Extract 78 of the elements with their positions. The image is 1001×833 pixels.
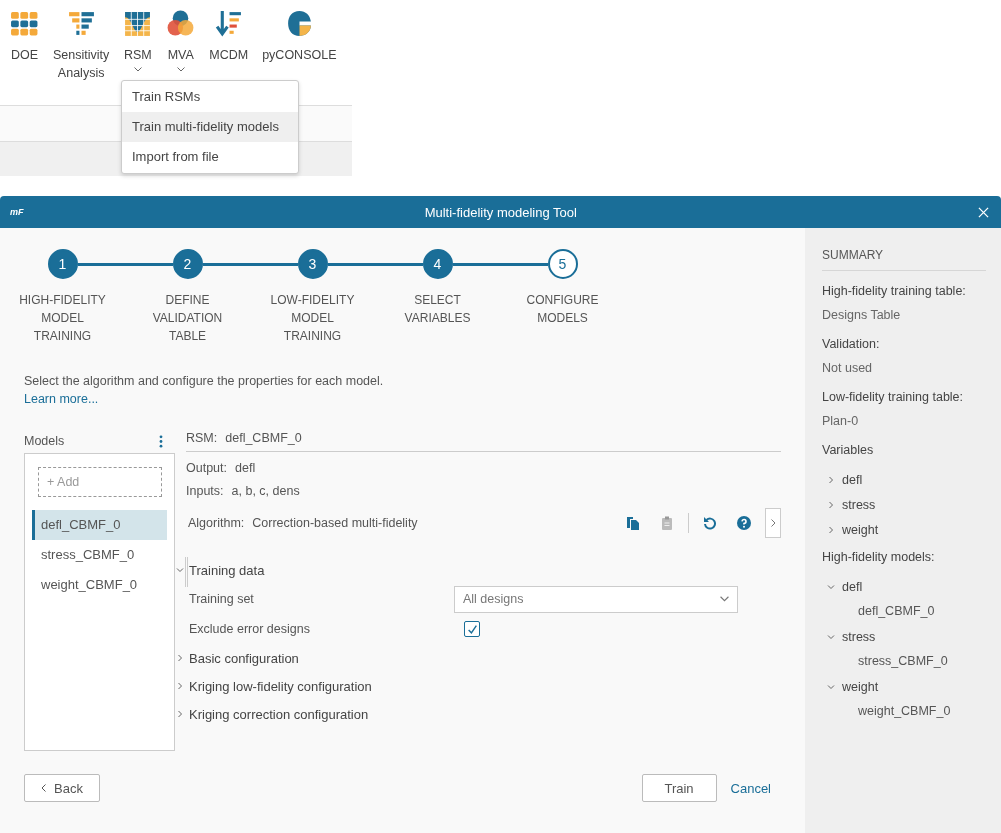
step-label: SELECT VARIABLES: [403, 292, 472, 327]
section-heading[interactable]: Training data: [189, 562, 265, 578]
section-heading[interactable]: Basic configuration: [189, 650, 299, 666]
copy-icon[interactable]: [626, 516, 640, 530]
window-title: Multi-fidelity modeling Tool: [423, 204, 578, 220]
summary-label: High-fidelity training table:: [822, 284, 967, 298]
tree-item[interactable]: weight: [842, 679, 879, 694]
field-value: a, b, c, dens: [231, 484, 300, 498]
surface-grid-icon[interactable]: [123, 9, 153, 38]
venn-diagram-icon[interactable]: [166, 9, 196, 38]
field-label: Algorithm:: [188, 516, 245, 530]
step-label: DEFINE VALIDATION TABLE: [151, 292, 224, 345]
bars-icon[interactable]: [66, 9, 96, 38]
tree-item[interactable]: defl_CBMF_0: [822, 599, 986, 624]
arrow-bars-icon[interactable]: [214, 9, 244, 38]
step-label: HIGH-FIDELITY MODEL TRAINING: [18, 292, 107, 345]
splitter-handle[interactable]: [185, 557, 188, 587]
summary-label: Low-fidelity training table:: [822, 390, 965, 404]
step-number: 4: [422, 249, 453, 279]
grid-icon[interactable]: [10, 9, 39, 38]
chevron-down-icon[interactable]: [133, 67, 142, 72]
model-item[interactable]: weight_CBMF_0: [32, 570, 167, 600]
learn-more-link[interactable]: Learn more...: [24, 392, 99, 406]
kebab-menu-icon[interactable]: [159, 434, 163, 448]
field-label: Inputs:: [186, 484, 224, 498]
summary-value: Designs Table: [822, 308, 902, 322]
field-label: RSM:: [186, 431, 218, 445]
section-heading[interactable]: Kriging correction configuration: [189, 706, 369, 722]
chevron-right-icon[interactable]: [770, 519, 776, 527]
back-button[interactable]: Back: [24, 774, 100, 802]
chevron-down-icon[interactable]: [176, 67, 185, 72]
menu-item[interactable]: Train RSMs: [122, 82, 298, 112]
ribbon-button[interactable]: pyCONSOLE: [255, 9, 344, 66]
summary-value: Not used: [822, 361, 874, 375]
field-label: Output:: [186, 461, 227, 475]
tree-item[interactable]: stress: [842, 497, 876, 512]
section-heading[interactable]: Kriging low-fidelity configuration: [189, 678, 372, 694]
summary-label: High-fidelity models:: [822, 550, 936, 564]
tree-item[interactable]: defl: [842, 579, 863, 594]
tree-item[interactable]: stress_CBMF_0: [822, 649, 986, 674]
chevron-left-icon[interactable]: [41, 784, 47, 792]
field-value: defl: [235, 461, 256, 475]
step-number: 5: [547, 249, 578, 279]
tree-item[interactable]: stress: [842, 629, 876, 644]
model-item[interactable]: defl_CBMF_0: [32, 510, 167, 540]
model-item[interactable]: stress_CBMF_0: [32, 540, 167, 570]
summary-heading: SUMMARY: [822, 248, 986, 271]
instruction-text: Select the algorithm and configure the properties for each model.: [24, 374, 385, 388]
tree-item[interactable]: defl: [842, 472, 863, 487]
cancel-link[interactable]: Cancel: [730, 780, 771, 796]
step-label: CONFIGURE MODELS: [525, 292, 600, 327]
field-value: Correction-based multi-fidelity: [252, 516, 419, 530]
summary-label: Validation:: [822, 337, 881, 351]
ribbon-button[interactable]: RSM: [116, 9, 160, 74]
train-button[interactable]: Train: [641, 774, 717, 802]
ribbon-button[interactable]: Sensitivity Analysis: [46, 9, 117, 84]
help-icon[interactable]: [737, 516, 751, 530]
property-label: Training set: [189, 592, 255, 606]
step-number: 1: [47, 249, 78, 279]
models-heading: Models: [24, 434, 65, 448]
tree-item[interactable]: weight_CBMF_0: [822, 699, 986, 724]
tree-item[interactable]: weight: [842, 522, 879, 537]
step-number: 3: [297, 249, 328, 279]
ribbon-button[interactable]: MCDM: [202, 9, 256, 66]
step-number: 2: [172, 249, 203, 279]
undo-icon[interactable]: [703, 516, 717, 530]
training-set-dropdown[interactable]: All designs: [454, 585, 738, 613]
summary-value: Plan-0: [822, 414, 860, 428]
property-label: Exclude error designs: [189, 622, 311, 636]
chevron-down-icon[interactable]: [720, 596, 729, 602]
summary-label: Variables: [822, 443, 875, 457]
ribbon-button[interactable]: DOE: [0, 9, 46, 66]
ribbon-button[interactable]: MVA: [159, 9, 203, 74]
menu-item[interactable]: Train multi-fidelity models: [122, 112, 298, 142]
app-logo: mF: [10, 207, 24, 217]
close-icon[interactable]: [978, 206, 989, 218]
step-label: LOW-FIDELITY MODEL TRAINING: [269, 292, 356, 345]
model-name: defl_CBMF_0: [225, 431, 302, 445]
